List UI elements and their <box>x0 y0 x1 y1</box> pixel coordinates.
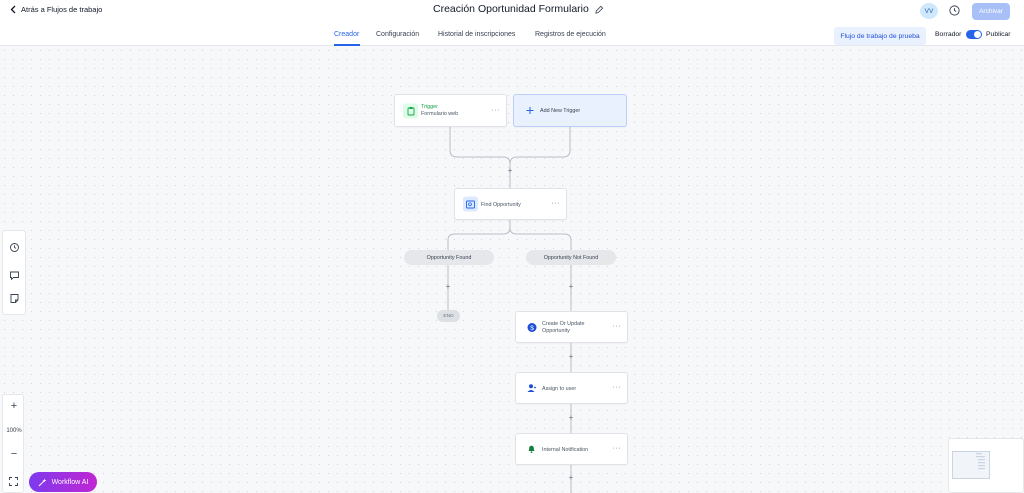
assign-user-more-icon[interactable]: ··· <box>613 384 622 391</box>
add-trigger-label: Add New Trigger <box>540 108 581 114</box>
svg-text:$: $ <box>530 324 534 331</box>
assign-user-node[interactable]: Assign to user ··· <box>515 372 628 404</box>
trigger-node[interactable]: Trigger Formulario web ··· <box>394 94 507 127</box>
magic-wand-icon <box>38 478 47 486</box>
plus-icon <box>522 103 537 118</box>
trigger-subtitle: Formulario web <box>421 111 459 117</box>
user-icon <box>524 381 539 396</box>
add-step-plus[interactable]: + <box>567 353 575 361</box>
find-opportunity-label: Find Opportunity <box>481 202 521 208</box>
bell-icon <box>524 442 539 457</box>
create-update-text: Create Or Update Opportunity <box>542 321 585 335</box>
clipboard-icon <box>403 103 418 118</box>
zoom-controls: + 100% − <box>2 394 24 493</box>
zoom-out-button[interactable]: − <box>3 448 25 460</box>
internal-notification-more-icon[interactable]: ··· <box>613 445 622 452</box>
clock-icon[interactable] <box>9 242 20 253</box>
branch-opportunity-found[interactable]: Opportunity Found <box>404 250 494 265</box>
create-update-line1: Create Or Update <box>542 321 585 327</box>
connector-lines <box>447 127 572 493</box>
add-step-plus[interactable]: + <box>444 283 452 291</box>
minimap-nodes <box>976 453 985 470</box>
comment-icon[interactable] <box>9 270 20 281</box>
create-update-more-icon[interactable]: ··· <box>613 323 622 330</box>
add-step-plus[interactable]: + <box>506 167 514 175</box>
note-icon[interactable] <box>9 293 20 304</box>
create-update-line2: Opportunity <box>542 328 570 334</box>
workflow-ai-label: Workflow AI <box>51 478 89 486</box>
assign-user-label: Assign to user <box>542 386 577 392</box>
workflow-ai-button[interactable]: Workflow AI <box>29 472 97 492</box>
end-badge: END <box>437 310 460 322</box>
add-step-plus[interactable]: + <box>567 283 575 291</box>
zoom-level: 100% <box>6 428 22 434</box>
dollar-icon: $ <box>524 320 539 335</box>
search-card-icon <box>463 196 478 212</box>
fit-view-icon[interactable] <box>9 477 18 486</box>
zoom-in-button[interactable]: + <box>3 400 25 412</box>
trigger-title: Trigger <box>421 104 438 110</box>
find-opportunity-more-icon[interactable]: ··· <box>552 200 561 207</box>
add-step-plus[interactable]: + <box>567 414 575 422</box>
find-opportunity-node[interactable]: Find Opportunity ··· <box>454 188 567 220</box>
left-tool-panel <box>2 230 26 315</box>
internal-notification-node[interactable]: Internal Notification ··· <box>515 433 628 465</box>
trigger-text: Trigger Formulario web <box>421 104 458 118</box>
internal-notification-label: Internal Notification <box>542 447 589 453</box>
branch-opportunity-not-found[interactable]: Opportunity Not Found <box>526 250 616 265</box>
trigger-more-icon[interactable]: ··· <box>492 106 501 113</box>
create-update-opportunity-node[interactable]: $ Create Or Update Opportunity ··· <box>515 311 628 343</box>
minimap[interactable] <box>948 438 1024 493</box>
add-step-plus[interactable]: + <box>567 474 575 482</box>
add-trigger-node[interactable]: Add New Trigger <box>513 94 627 127</box>
